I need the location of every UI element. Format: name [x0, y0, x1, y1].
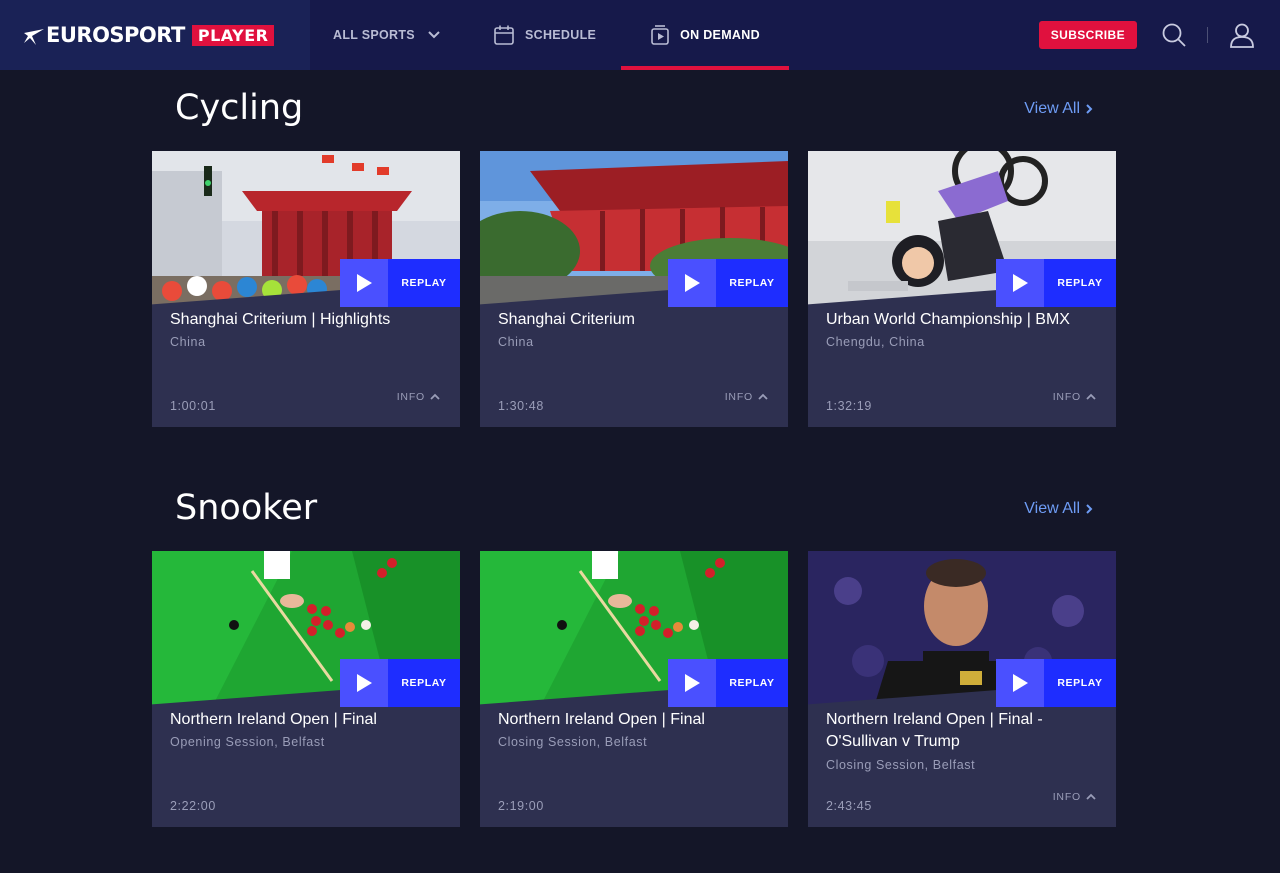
section-header: Cycling View All: [152, 80, 1116, 151]
brand-name: EUROSPORT: [46, 23, 185, 47]
header-actions: SUBSCRIBE: [1038, 0, 1280, 70]
card-subtitle: Opening Session, Belfast: [170, 735, 325, 749]
eurosport-star-icon: [24, 29, 44, 45]
card-title: Northern Ireland Open | Final: [498, 711, 705, 728]
search-icon[interactable]: [1161, 22, 1187, 48]
video-card[interactable]: REPLAY Urban World Championship | BMX Ch…: [808, 151, 1116, 427]
cycling-section: Cycling View All REPLAY Shanghai Criteri…: [152, 80, 1116, 427]
card-title: Urban World Championship | BMX: [826, 311, 1070, 328]
card-subtitle: China: [498, 335, 534, 349]
play-icon: [996, 659, 1044, 707]
replay-button[interactable]: REPLAY: [996, 259, 1116, 307]
info-toggle[interactable]: INFO: [1053, 391, 1096, 403]
play-icon: [996, 259, 1044, 307]
view-all-label: View All: [1024, 100, 1080, 117]
card-duration: 2:22:00: [170, 799, 216, 813]
play-icon: [668, 659, 716, 707]
section-header: Snooker View All: [152, 480, 1116, 551]
info-label: INFO: [724, 391, 753, 403]
video-card[interactable]: REPLAY Northern Ireland Open | Final Clo…: [480, 551, 788, 827]
info-toggle[interactable]: INFO: [1053, 791, 1096, 803]
card-title: Shanghai Criterium | Highlights: [170, 311, 391, 328]
section-title: Cycling: [175, 88, 304, 128]
card-subtitle: Closing Session, Belfast: [826, 758, 976, 772]
main-nav: ALL SPORTS SCHEDULE ON DEMAND: [310, 0, 789, 70]
view-all-link[interactable]: View All: [1024, 100, 1093, 118]
info-label: INFO: [1052, 791, 1081, 803]
card-subtitle: China: [170, 335, 206, 349]
card-duration: 1:32:19: [826, 399, 872, 413]
card-subtitle: Chengdu, China: [826, 335, 925, 349]
top-navigation-bar: EUROSPORT PLAYER ALL SPORTS SCHEDULE ON …: [0, 0, 1280, 70]
user-icon[interactable]: [1229, 22, 1255, 48]
replay-label: REPLAY: [388, 259, 460, 307]
card-title: Northern Ireland Open | Final: [170, 711, 377, 728]
video-card[interactable]: REPLAY Northern Ireland Open | Final Ope…: [152, 551, 460, 827]
card-row: REPLAY Northern Ireland Open | Final Ope…: [152, 551, 1116, 827]
header-divider: [1207, 27, 1208, 43]
card-duration: 2:43:45: [826, 799, 872, 813]
nav-schedule[interactable]: SCHEDULE: [493, 0, 621, 70]
section-title: Snooker: [175, 488, 318, 528]
replay-button[interactable]: REPLAY: [340, 659, 460, 707]
brand-badge: PLAYER: [191, 24, 275, 46]
chevron-right-icon: [1086, 504, 1093, 514]
card-subtitle: Closing Session, Belfast: [498, 735, 648, 749]
card-duration: 1:00:01: [170, 399, 216, 413]
replay-button[interactable]: REPLAY: [668, 659, 788, 707]
view-all-label: View All: [1024, 500, 1080, 517]
card-row: REPLAY Shanghai Criterium | Highlights C…: [152, 151, 1116, 427]
video-card[interactable]: REPLAY Northern Ireland Open | Final - O…: [808, 551, 1116, 827]
chevron-right-icon: [1086, 104, 1093, 114]
nav-on-demand[interactable]: ON DEMAND: [621, 0, 789, 70]
chevron-up-icon: [758, 393, 768, 400]
replay-button[interactable]: REPLAY: [668, 259, 788, 307]
replay-label: REPLAY: [388, 659, 460, 707]
nav-schedule-label: SCHEDULE: [525, 28, 597, 42]
nav-all-sports[interactable]: ALL SPORTS: [333, 0, 483, 70]
play-icon: [668, 259, 716, 307]
video-icon: [651, 25, 669, 45]
play-icon: [340, 659, 388, 707]
eurosport-player-logo[interactable]: EUROSPORT PLAYER: [0, 0, 310, 70]
replay-label: REPLAY: [1044, 259, 1116, 307]
video-card[interactable]: REPLAY Shanghai Criterium China 1:30:48 …: [480, 151, 788, 427]
card-title: Shanghai Criterium: [498, 311, 635, 328]
view-all-link[interactable]: View All: [1024, 500, 1093, 518]
nav-all-sports-label: ALL SPORTS: [333, 28, 415, 42]
replay-button[interactable]: REPLAY: [340, 259, 460, 307]
info-label: INFO: [396, 391, 425, 403]
play-icon: [340, 259, 388, 307]
card-title: Northern Ireland Open | Final - O'Sulliv…: [826, 711, 1043, 750]
chevron-up-icon: [430, 393, 440, 400]
snooker-section: Snooker View All REPLAY Northern Ireland…: [152, 480, 1116, 827]
nav-on-demand-label: ON DEMAND: [680, 28, 760, 42]
info-label: INFO: [1052, 391, 1081, 403]
replay-label: REPLAY: [716, 259, 788, 307]
chevron-down-icon: [428, 31, 440, 39]
subscribe-button[interactable]: SUBSCRIBE: [1038, 21, 1137, 49]
video-card[interactable]: REPLAY Shanghai Criterium | Highlights C…: [152, 151, 460, 427]
calendar-icon: [494, 25, 514, 45]
chevron-up-icon: [1086, 393, 1096, 400]
replay-button[interactable]: REPLAY: [996, 659, 1116, 707]
info-toggle[interactable]: INFO: [397, 391, 440, 403]
replay-label: REPLAY: [1044, 659, 1116, 707]
chevron-up-icon: [1086, 793, 1096, 800]
info-toggle[interactable]: INFO: [725, 391, 768, 403]
card-duration: 2:19:00: [498, 799, 544, 813]
card-duration: 1:30:48: [498, 399, 544, 413]
replay-label: REPLAY: [716, 659, 788, 707]
